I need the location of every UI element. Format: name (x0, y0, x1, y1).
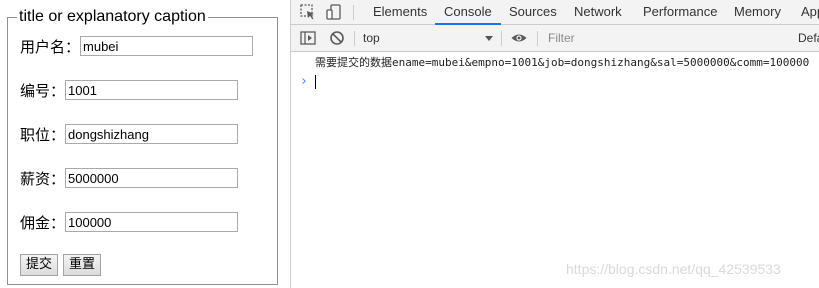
tab-application[interactable]: App (801, 0, 819, 24)
console-toolbar: top Filter Defa (291, 25, 819, 52)
toolbar-divider (537, 31, 538, 46)
log-payload: ename=mubei&empno=1001&job=dongshizhang&… (392, 56, 810, 69)
tab-console[interactable]: Console (435, 0, 501, 25)
log-prefix: 需要提交的数据 (315, 56, 392, 69)
commission-input[interactable] (65, 212, 239, 232)
empno-input[interactable] (65, 80, 239, 100)
reset-button[interactable]: 重置 (63, 254, 102, 276)
clear-console-icon[interactable] (328, 29, 346, 47)
field-row-username: 用户名： (20, 35, 254, 57)
salary-input[interactable] (65, 168, 239, 188)
eye-icon[interactable] (510, 29, 528, 47)
context-selector[interactable]: top (363, 25, 380, 51)
console-log-message: 需要提交的数据ename=mubei&empno=1001&job=dongsh… (315, 55, 809, 71)
tab-performance[interactable]: Performance (643, 0, 717, 24)
username-input[interactable] (80, 36, 254, 56)
page-viewport: title or explanatory caption 用户名： 编号： 职位… (0, 0, 290, 288)
console-output: 需要提交的数据ename=mubei&empno=1001&job=dongsh… (291, 52, 819, 288)
form-fieldset (7, 17, 278, 285)
field-row-job: 职位： (20, 123, 239, 145)
empno-label: 编号： (20, 81, 66, 100)
username-label: 用户名： (20, 37, 81, 56)
tab-memory[interactable]: Memory (734, 0, 781, 24)
commission-label: 佣金： (20, 213, 66, 232)
toolbar-divider (354, 31, 355, 46)
devtools-panel: Elements Console Sources Network Perform… (290, 0, 819, 288)
tab-elements[interactable]: Elements (373, 0, 427, 24)
inspect-element-icon[interactable] (299, 3, 317, 21)
field-row-salary: 薪资： (20, 167, 239, 189)
tab-network[interactable]: Network (574, 0, 622, 24)
chevron-down-icon[interactable] (485, 36, 493, 41)
log-levels-dropdown[interactable]: Defa (798, 25, 819, 51)
show-sidebar-icon[interactable] (299, 29, 317, 47)
watermark: https://blog.csdn.net/qq_42539533 (566, 261, 781, 277)
field-row-empno: 编号： (20, 79, 239, 101)
job-label: 职位： (20, 125, 66, 144)
device-toolbar-icon[interactable] (325, 3, 343, 21)
job-input[interactable] (65, 124, 239, 144)
tabbar-divider (353, 5, 354, 20)
console-prompt-icon: › (300, 74, 308, 89)
filter-input[interactable]: Filter (548, 25, 575, 51)
field-row-commission: 佣金： (20, 211, 239, 233)
salary-label: 薪资： (20, 169, 66, 188)
submit-button[interactable]: 提交 (20, 254, 59, 276)
devtools-tabbar: Elements Console Sources Network Perform… (291, 0, 819, 25)
toolbar-divider (501, 31, 502, 46)
tab-sources[interactable]: Sources (509, 0, 557, 24)
console-input-caret[interactable] (315, 75, 316, 89)
fieldset-legend: title or explanatory caption (17, 7, 208, 27)
